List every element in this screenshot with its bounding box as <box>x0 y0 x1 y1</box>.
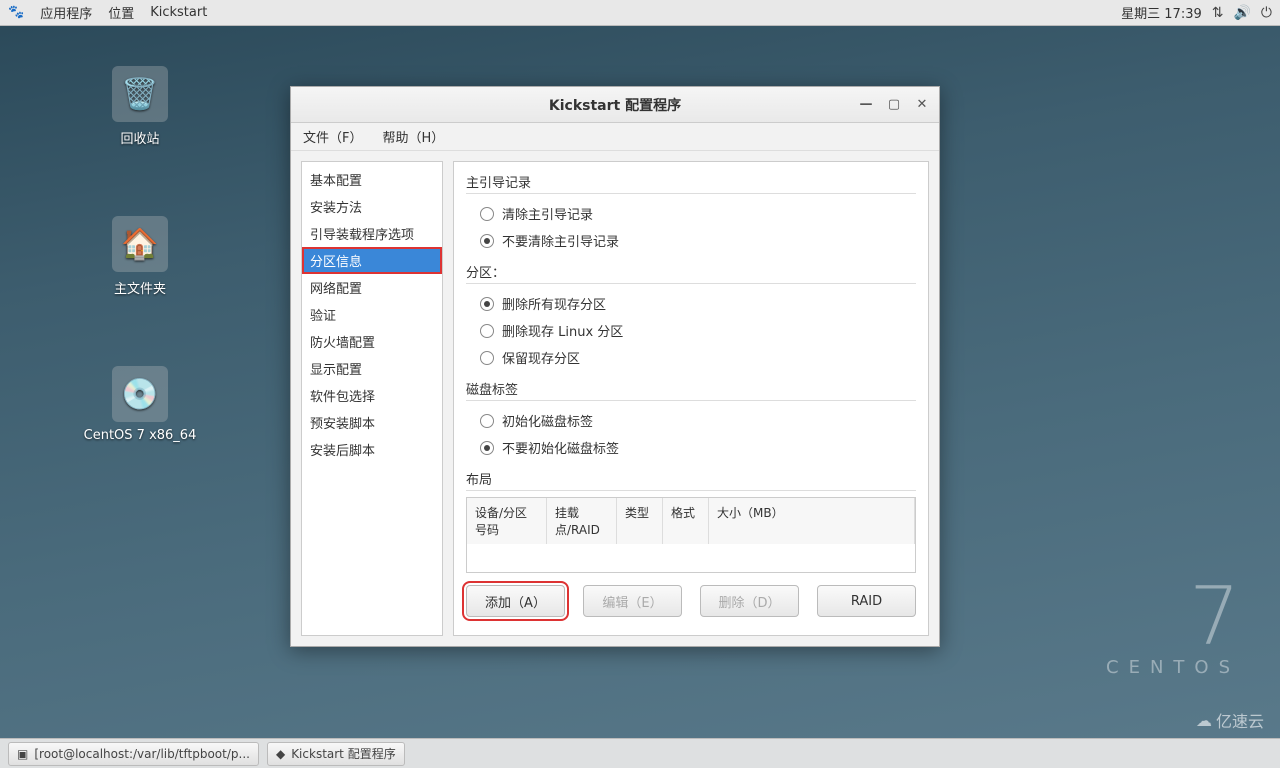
task-terminal[interactable]: ▣ [root@localhost:/var/lib/tftpboot/p... <box>8 742 259 766</box>
main-panel: 主引导记录 清除主引导记录不要清除主引导记录 分区： 删除所有现存分区删除现存 … <box>453 161 929 636</box>
mbr-title: 主引导记录 <box>466 172 916 193</box>
volume-icon[interactable]: 🔊 <box>1233 5 1250 21</box>
task-kickstart[interactable]: ◆ Kickstart 配置程序 <box>267 742 405 766</box>
cloud-icon: ☁ <box>1196 711 1212 730</box>
layout-title: 布局 <box>466 469 916 490</box>
sidebar-item-2[interactable]: 引导装载程序选项 <box>302 220 442 247</box>
menubar: 文件（F） 帮助（H） <box>291 123 939 151</box>
group-layout: 布局 设备/分区号码挂载点/RAID类型格式大小（MB） 添加（A） 编辑（E）… <box>466 469 916 617</box>
edit-button[interactable]: 编辑（E） <box>583 585 682 617</box>
raid-button[interactable]: RAID <box>817 585 916 617</box>
radio-label: 不要初始化磁盘标签 <box>502 438 619 457</box>
home-label: 主文件夹 <box>90 278 190 297</box>
network-icon[interactable]: ⇅ <box>1212 5 1224 21</box>
top-panel: 🐾 应用程序 位置 Kickstart 星期三 17:39 ⇅ 🔊 ⏻ <box>0 0 1280 26</box>
radio-option[interactable]: 清除主引导记录 <box>466 200 916 227</box>
minimize-button[interactable]: — <box>855 96 877 114</box>
table-body <box>467 544 915 572</box>
cd-icon[interactable]: 💿 CentOS 7 x86_64 <box>80 366 200 443</box>
radio-icon <box>480 297 494 311</box>
sidebar-item-8[interactable]: 软件包选择 <box>302 382 442 409</box>
radio-option[interactable]: 初始化磁盘标签 <box>466 407 916 434</box>
sidebar-item-3[interactable]: 分区信息 <box>302 247 442 274</box>
power-icon[interactable]: ⏻ <box>1261 5 1272 21</box>
home-folder-icon[interactable]: 🏠 主文件夹 <box>90 216 190 297</box>
radio-label: 初始化磁盘标签 <box>502 411 593 430</box>
radio-icon <box>480 441 494 455</box>
cd-label: CentOS 7 x86_64 <box>80 428 200 443</box>
radio-label: 不要清除主引导记录 <box>502 231 619 250</box>
radio-icon <box>480 351 494 365</box>
menu-help[interactable]: 帮助（H） <box>382 127 444 146</box>
radio-option[interactable]: 不要初始化磁盘标签 <box>466 434 916 461</box>
table-header[interactable]: 挂载点/RAID <box>547 498 617 544</box>
radio-option[interactable]: 删除现存 Linux 分区 <box>466 317 916 344</box>
group-disk: 磁盘标签 初始化磁盘标签不要初始化磁盘标签 <box>466 379 916 461</box>
titlebar[interactable]: Kickstart 配置程序 — ▢ ✕ <box>291 87 939 123</box>
sidebar-item-6[interactable]: 防火墙配置 <box>302 328 442 355</box>
sidebar-item-0[interactable]: 基本配置 <box>302 166 442 193</box>
table-header[interactable]: 设备/分区号码 <box>467 498 547 544</box>
sidebar-item-1[interactable]: 安装方法 <box>302 193 442 220</box>
radio-icon <box>480 414 494 428</box>
group-mbr: 主引导记录 清除主引导记录不要清除主引导记录 <box>466 172 916 254</box>
maximize-button[interactable]: ▢ <box>883 96 905 114</box>
trash-label: 回收站 <box>90 128 190 147</box>
wallpaper-brand: 7 CENTOS <box>1106 577 1240 678</box>
delete-button[interactable]: 删除（D） <box>700 585 799 617</box>
radio-icon <box>480 234 494 248</box>
radio-label: 清除主引导记录 <box>502 204 593 223</box>
radio-label: 删除现存 Linux 分区 <box>502 321 623 340</box>
add-button[interactable]: 添加（A） <box>466 585 565 617</box>
radio-option[interactable]: 删除所有现存分区 <box>466 290 916 317</box>
menu-file[interactable]: 文件（F） <box>303 127 362 146</box>
menu-applications[interactable]: 应用程序 <box>40 3 92 22</box>
watermark: ☁ 亿速云 <box>1196 708 1264 732</box>
sidebar: 基本配置安装方法引导装载程序选项分区信息网络配置验证防火墙配置显示配置软件包选择… <box>301 161 443 636</box>
table-header[interactable]: 格式 <box>663 498 709 544</box>
kickstart-window: Kickstart 配置程序 — ▢ ✕ 文件（F） 帮助（H） 基本配置安装方… <box>290 86 940 647</box>
close-button[interactable]: ✕ <box>911 96 933 114</box>
sidebar-item-5[interactable]: 验证 <box>302 301 442 328</box>
radio-icon <box>480 207 494 221</box>
radio-label: 保留现存分区 <box>502 348 580 367</box>
partition-title: 分区： <box>466 262 916 283</box>
table-header[interactable]: 大小（MB） <box>709 498 915 544</box>
radio-icon <box>480 324 494 338</box>
taskbar: ▣ [root@localhost:/var/lib/tftpboot/p...… <box>0 738 1280 768</box>
sidebar-item-10[interactable]: 安装后脚本 <box>302 436 442 463</box>
kickstart-icon: ◆ <box>276 747 285 761</box>
window-title: Kickstart 配置程序 <box>549 95 681 115</box>
radio-option[interactable]: 不要清除主引导记录 <box>466 227 916 254</box>
disk-title: 磁盘标签 <box>466 379 916 400</box>
layout-table[interactable]: 设备/分区号码挂载点/RAID类型格式大小（MB） <box>466 497 916 573</box>
menu-places[interactable]: 位置 <box>108 3 134 22</box>
radio-option[interactable]: 保留现存分区 <box>466 344 916 371</box>
group-partition: 分区： 删除所有现存分区删除现存 Linux 分区保留现存分区 <box>466 262 916 371</box>
desktop: 🗑️ 回收站 🏠 主文件夹 💿 CentOS 7 x86_64 7 CENTOS… <box>0 26 1280 738</box>
sidebar-item-9[interactable]: 预安装脚本 <box>302 409 442 436</box>
sidebar-item-7[interactable]: 显示配置 <box>302 355 442 382</box>
sidebar-item-4[interactable]: 网络配置 <box>302 274 442 301</box>
table-header[interactable]: 类型 <box>617 498 663 544</box>
trash-icon[interactable]: 🗑️ 回收站 <box>90 66 190 147</box>
menu-kickstart[interactable]: Kickstart <box>150 5 207 20</box>
terminal-icon: ▣ <box>17 747 28 761</box>
gnome-foot-icon: 🐾 <box>8 5 24 20</box>
clock[interactable]: 星期三 17:39 <box>1121 3 1202 22</box>
radio-label: 删除所有现存分区 <box>502 294 606 313</box>
